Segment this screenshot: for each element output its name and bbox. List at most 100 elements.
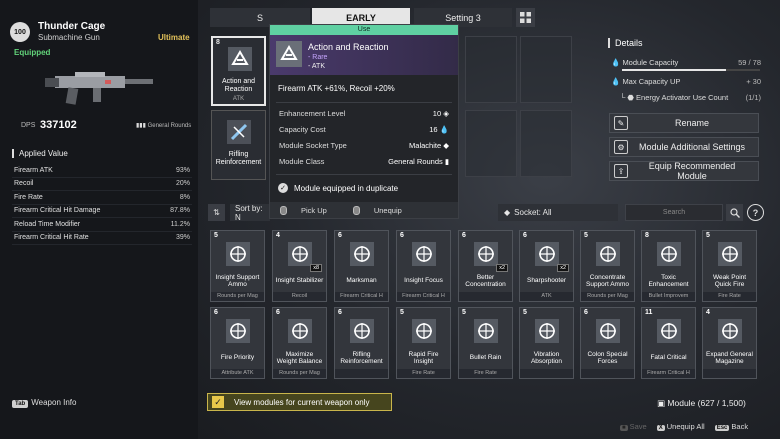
module-card[interactable]: 6 Insight Focus Firearm Critical H (396, 230, 451, 302)
search-icon (729, 207, 740, 218)
rename-button[interactable]: ✎ Rename (609, 113, 759, 133)
capacity-cost-row: Capacity Cost 16 💧 (279, 125, 449, 134)
search-button[interactable] (726, 204, 743, 221)
module-card[interactable]: 6 Better Concentration x2 (458, 230, 513, 302)
socket-filter-dropdown[interactable]: ◆ Socket: All (498, 204, 618, 221)
module-name: Vibration Absorption (530, 350, 563, 366)
save-button[interactable]: ■ Save (620, 422, 647, 431)
right-mouse-icon (352, 205, 360, 215)
module-icon (350, 242, 374, 266)
module-card[interactable]: 6 Rifling Reinforcement (334, 307, 389, 379)
unequip-action[interactable]: Unequip (352, 205, 402, 215)
module-card[interactable]: 4 Insight Stabilizer Recoil x8 (272, 230, 327, 302)
capacity-bar-fill (622, 69, 727, 71)
module-cost: 6 (338, 309, 342, 316)
save-key-icon: ■ (620, 425, 628, 431)
module-card[interactable]: 5 Vibration Absorption (519, 307, 574, 379)
module-cost: 6 (214, 309, 218, 316)
module-card[interactable]: 5 Weak Point Quick Fire Fire Rate (702, 230, 757, 302)
module-tooltip: Use Action and Reaction - Rare - ATK Fir… (269, 24, 459, 219)
unequip-all-button[interactable]: X Unequip All (656, 422, 705, 431)
module-name: Weak Point Quick Fire (712, 273, 747, 289)
module-class: Rounds per Mag (581, 292, 634, 301)
dps-value: 337102 (40, 119, 77, 131)
module-card[interactable]: 6 Fire Priority Attribute ATK (210, 307, 265, 379)
current-weapon-filter-checkbox[interactable]: ✓ View modules for current weapon only (207, 393, 392, 411)
module-grid: 5 Insight Support Ammo Rounds per Mag 4 Insi… (210, 228, 765, 386)
module-class: Attribute ATK (211, 369, 264, 378)
module-cost: 5 (523, 309, 527, 316)
module-card[interactable]: 6 Colon Special Forces (580, 307, 635, 379)
equipped-slot-action-reaction[interactable]: 8 Action and Reaction ATK (211, 36, 266, 106)
settings-icon: ⚙ (614, 140, 628, 154)
enhancement-level-row: Enhancement Level 10 ◈ (279, 109, 449, 118)
module-card[interactable]: 11 Fatal Critical Firearm Critical H (641, 307, 696, 379)
empty-module-slot[interactable] (465, 110, 517, 177)
module-count-badge: x8 (310, 264, 322, 272)
module-cost: 5 (584, 232, 588, 239)
check-icon: ✓ (278, 183, 288, 193)
sort-by-dropdown[interactable]: Sort by: N (230, 204, 270, 222)
equipped-slot-rifling[interactable]: Rifling Reinforcement (211, 110, 266, 180)
module-card[interactable]: 6 Maximize Weight Balance Rounds per Mag (272, 307, 327, 379)
module-card[interactable]: 5 Insight Support Ammo Rounds per Mag (210, 230, 265, 302)
module-icon (412, 242, 436, 266)
energy-activator-icon: └ ⬣ (620, 93, 637, 102)
ammo-icon: ▮▮▮ (136, 123, 148, 129)
module-card[interactable]: 6 Marksman Firearm Critical H (334, 230, 389, 302)
tooltip-actions: Pick Up Unequip (270, 202, 458, 218)
checkmark-icon: ✓ (212, 396, 224, 408)
module-name: Fatal Critical (650, 354, 687, 362)
help-icon: ? (752, 207, 759, 218)
dps-label: DPS (21, 122, 36, 129)
back-button[interactable]: Esc Back (714, 422, 748, 431)
module-class (520, 369, 573, 378)
module-class: ATK (520, 292, 573, 301)
module-class: Firearm Critical H (335, 292, 388, 301)
action-reaction-icon (276, 41, 302, 67)
module-class: Fire Rate (397, 369, 450, 378)
stat-row: Recoil 20% (12, 178, 192, 191)
module-icon (596, 242, 620, 266)
empty-module-slot[interactable] (520, 36, 572, 103)
module-class: Firearm Critical H (642, 369, 695, 378)
equip-recommended-button[interactable]: ⇪ Equip Recommended Module (609, 161, 759, 181)
help-button[interactable]: ? (747, 204, 764, 221)
module-card[interactable]: 5 Bullet Rain Fire Rate (458, 307, 513, 379)
recommend-icon: ⇪ (614, 164, 628, 178)
sort-order-button[interactable]: ⇅ (208, 204, 225, 221)
use-label: Use (270, 25, 458, 35)
module-name: Better Concentration (465, 273, 506, 289)
action-reaction-icon (228, 47, 252, 71)
module-icon (412, 319, 436, 343)
module-cost: 6 (276, 309, 280, 316)
stat-row: Firearm Critical Hit Rate 39% (12, 232, 192, 245)
module-icon (226, 242, 250, 266)
module-card[interactable]: 8 Toxic Enhancement Bullet Improvem (641, 230, 696, 302)
empty-module-slot[interactable] (520, 110, 572, 177)
module-cost: 11 (645, 309, 653, 316)
module-class (703, 369, 756, 378)
pick-up-action[interactable]: Pick Up (280, 205, 327, 215)
module-name: Fire Priority (220, 354, 255, 362)
duplicate-notice: ✓ Module equipped in duplicate (278, 183, 398, 193)
module-card[interactable]: 5 Rapid Fire Insight Fire Rate (396, 307, 451, 379)
module-class: Rounds per Mag (211, 292, 264, 301)
module-additional-settings-button[interactable]: ⚙ Module Additional Settings (609, 137, 759, 157)
max-capacity-row: 💧 Max Capacity UP + 30 (611, 77, 761, 86)
module-cost: 5 (462, 309, 466, 316)
module-name: Colon Special Forces (587, 350, 628, 366)
empty-module-slot[interactable] (465, 36, 517, 103)
ammo-type: ▮▮▮ General Rounds (136, 123, 192, 129)
module-card[interactable]: 5 Concentrate Support Ammo Rounds per Mag (580, 230, 635, 302)
module-count-badge: x2 (557, 264, 569, 272)
module-icon (657, 319, 681, 343)
module-class: Recoil (273, 292, 326, 301)
module-card[interactable]: 4 Expand General Magazine (702, 307, 757, 379)
module-count-badge: x2 (496, 264, 508, 272)
module-card[interactable]: 6 Sharpshooter ATK x2 (519, 230, 574, 302)
layout-grid-button[interactable] (516, 8, 535, 27)
search-input[interactable]: Search (625, 204, 723, 221)
weapon-info-button[interactable]: Tab Weapon Info (12, 398, 76, 408)
rifling-icon (227, 120, 251, 144)
